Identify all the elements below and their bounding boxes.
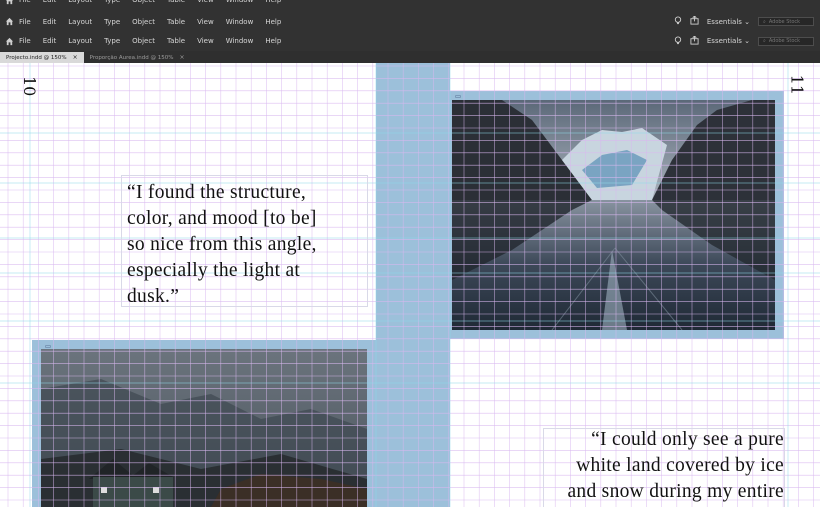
- lightbulb-icon[interactable]: [674, 16, 682, 27]
- fjord-photo[interactable]: [452, 100, 775, 330]
- share-icon[interactable]: [690, 15, 699, 27]
- stock-search-input[interactable]: ⌕ Adobe Stock: [758, 17, 814, 26]
- menu-view[interactable]: View: [196, 18, 215, 26]
- menu-table[interactable]: Table: [166, 37, 186, 45]
- menu-edit[interactable]: Edit: [42, 37, 58, 45]
- menu-view[interactable]: View: [196, 0, 215, 4]
- menu-table[interactable]: Table: [166, 18, 186, 26]
- menu-layout[interactable]: Layout: [67, 18, 93, 26]
- lightbulb-icon[interactable]: [674, 35, 682, 47]
- page-number-right: 11: [787, 74, 806, 95]
- home-icon[interactable]: [0, 37, 18, 46]
- menu-object[interactable]: Object: [131, 18, 156, 26]
- menu-help[interactable]: Help: [264, 37, 282, 45]
- spread-gutter-frame: [376, 63, 450, 507]
- menu-file[interactable]: File: [18, 0, 32, 4]
- menu-layout[interactable]: Layout: [67, 0, 93, 4]
- home-icon[interactable]: [0, 17, 18, 26]
- frame-link-icon[interactable]: [45, 345, 51, 348]
- document-canvas[interactable]: 10 11 “I found the structure, color, and…: [0, 63, 820, 507]
- menu-window[interactable]: Window: [225, 0, 255, 4]
- stock-search-input[interactable]: ⌕ Adobe Stock: [758, 36, 814, 46]
- menubar-main: File Edit Layout Type Object Table View …: [0, 30, 820, 52]
- menu-window[interactable]: Window: [225, 18, 255, 26]
- menu-file[interactable]: File: [18, 37, 32, 45]
- search-icon: ⌕: [763, 18, 766, 25]
- menu-help[interactable]: Help: [264, 18, 282, 26]
- home-icon[interactable]: [0, 0, 18, 5]
- close-icon[interactable]: ×: [179, 54, 184, 61]
- page-number-left: 10: [20, 76, 39, 97]
- tab-projecto[interactable]: Projecto.indd @ 150% ×: [0, 52, 84, 63]
- cabin-photo[interactable]: [41, 349, 367, 507]
- pull-quote-right[interactable]: “I could only see a pure white land cove…: [540, 427, 784, 505]
- workspace-switcher[interactable]: Essentials ⌄: [707, 37, 750, 45]
- tab-proporcao-aurea[interactable]: Proporção Aurea.indd @ 150% ×: [84, 52, 191, 63]
- menu-file[interactable]: File: [18, 18, 32, 26]
- share-icon[interactable]: [690, 34, 699, 47]
- menu-type[interactable]: Type: [103, 0, 121, 4]
- menu-table[interactable]: Table: [166, 0, 186, 4]
- menu-object[interactable]: Object: [131, 0, 156, 4]
- menu-edit[interactable]: Edit: [42, 18, 58, 26]
- menubar-clipped: File Edit Layout Type Object Table View …: [0, 0, 820, 11]
- close-icon[interactable]: ×: [73, 54, 78, 61]
- menu-window[interactable]: Window: [225, 37, 255, 45]
- menu-layout[interactable]: Layout: [67, 37, 93, 45]
- frame-link-icon[interactable]: [455, 95, 461, 98]
- search-icon: ⌕: [763, 38, 766, 44]
- menu-help[interactable]: Help: [264, 0, 282, 4]
- menu-type[interactable]: Type: [103, 37, 121, 45]
- menu-view[interactable]: View: [196, 37, 215, 45]
- pull-quote-left[interactable]: “I found the structure, color, and mood …: [127, 180, 367, 310]
- menu-object[interactable]: Object: [131, 37, 156, 45]
- workspace-switcher[interactable]: Essentials ⌄: [707, 18, 750, 26]
- menu-type[interactable]: Type: [103, 18, 121, 26]
- document-tabbar: Projecto.indd @ 150% × Proporção Aurea.i…: [0, 51, 820, 63]
- menu-edit[interactable]: Edit: [42, 0, 58, 4]
